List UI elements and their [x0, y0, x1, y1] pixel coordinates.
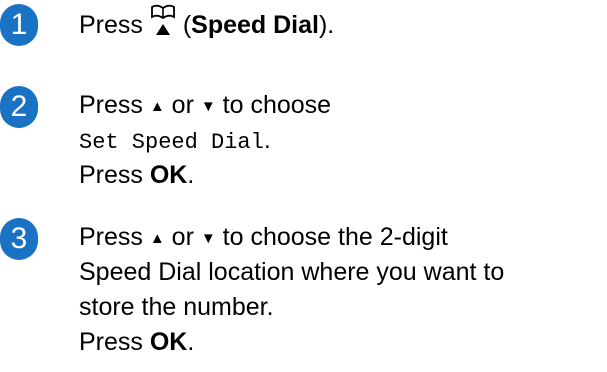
menu-option-text: Set Speed Dial [79, 130, 264, 155]
step-1-line: Press (Speed Dial). [79, 5, 599, 43]
press-word: Press [79, 328, 143, 356]
press-word: Press [79, 161, 143, 189]
step-1-text: Press (Speed Dial). [79, 5, 599, 43]
press-word: Press [79, 11, 143, 39]
step-2-line-2: Set Speed Dial. [79, 123, 599, 158]
speed-dial-key-label: Speed Dial [191, 11, 319, 39]
menu-period: . [263, 126, 271, 154]
or-word: or [171, 223, 194, 251]
or-word: or [171, 91, 194, 119]
ok-key-label: OK [149, 328, 188, 356]
ok-key-label: OK [149, 161, 188, 189]
speed-dial-book-icon [150, 3, 176, 37]
ok-period: . [187, 161, 195, 189]
open-paren: ( [182, 11, 192, 39]
press-word: Press [79, 223, 143, 251]
step-2-text: Press ▲ or ▼ to choose Set Speed Dial. P… [79, 88, 599, 193]
down-arrow-icon: ▼ [200, 98, 216, 115]
step-number-badge: 1 [0, 4, 38, 46]
step-3-line-3: store the number. [79, 293, 274, 321]
step-number-badge: 3 [0, 218, 38, 260]
up-arrow-icon: ▲ [149, 98, 165, 115]
step-3-line-1: Press ▲ or ▼ to choose the 2-digit [79, 220, 599, 255]
step-3-line-2: Speed Dial location where you want to [79, 258, 505, 286]
step-3-line-4: Press OK. [79, 325, 599, 360]
close-paren: ). [318, 11, 335, 39]
press-word: Press [79, 91, 143, 119]
up-arrow-icon: ▲ [149, 230, 165, 247]
step-2-line-1: Press ▲ or ▼ to choose [79, 88, 599, 123]
ok-period: . [187, 328, 195, 356]
to-choose-text: to choose [222, 91, 332, 119]
step-2-line-3: Press OK. [79, 158, 599, 193]
step-number-badge: 2 [0, 86, 38, 128]
down-arrow-icon: ▼ [200, 230, 216, 247]
line-text: to choose the 2-digit [222, 223, 448, 251]
step-3-text: Press ▲ or ▼ to choose the 2-digit Speed… [79, 220, 599, 360]
